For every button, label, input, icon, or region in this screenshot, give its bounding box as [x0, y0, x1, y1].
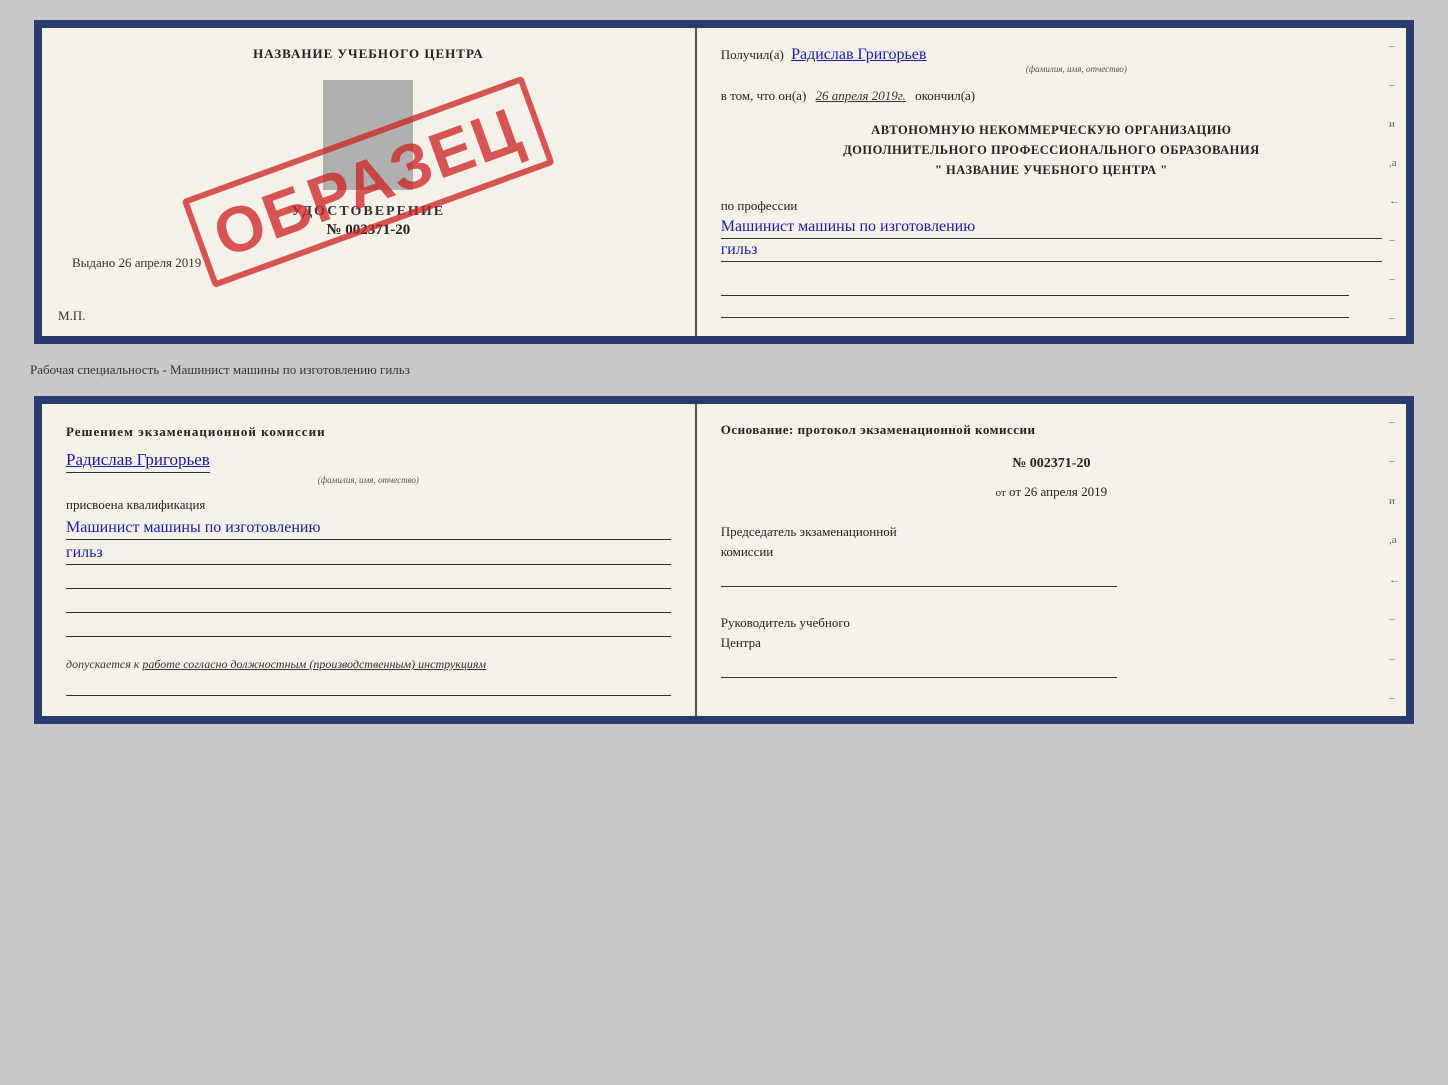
b-side-char-dash3: – — [1389, 613, 1400, 625]
b-side-char-arrow: ← — [1389, 574, 1400, 586]
blank-line-2 — [66, 593, 671, 613]
vtom-line: в том, что он(а) 26 апреля 2019г. окончи… — [721, 88, 1382, 104]
qualif-handwritten: Машинист машины по изготовлению — [66, 519, 671, 540]
predsedatel-line2: комиссии — [721, 542, 1382, 562]
recipient-name: Радислав Григорьев — [791, 46, 926, 63]
top-doc-left: НАЗВАНИЕ УЧЕБНОГО ЦЕНТРА УДОСТОВЕРЕНИЕ №… — [42, 28, 697, 336]
bottom-doc-right: Основание: протокол экзаменационной коми… — [697, 404, 1406, 716]
ot-date-value: от 26 апреля 2019 — [1009, 484, 1107, 499]
photo-placeholder — [323, 80, 413, 190]
bottom-document: Решением экзаменационной комиссии Радисл… — [34, 396, 1414, 724]
rukovod-line2: Центра — [721, 633, 1382, 653]
blank-line-1 — [66, 569, 671, 589]
side-char-dash2: – — [1389, 79, 1400, 91]
top-doc-right: Получил(а) Радислав Григорьев (фамилия, … — [697, 28, 1406, 336]
osnov-title: Основание: протокол экзаменационной коми… — [721, 422, 1382, 438]
rukovod-line1: Руководитель учебного — [721, 613, 1382, 633]
side-char-dash1: – — [1389, 40, 1400, 52]
org-line1: АВТОНОМНУЮ НЕКОММЕРЧЕСКУЮ ОРГАНИЗАЦИЮ — [721, 120, 1382, 140]
vtom-prefix: в том, что он(а) — [721, 88, 807, 103]
b-side-char-dash1: – — [1389, 416, 1400, 428]
poluchil-line: Получил(а) Радислав Григорьев (фамилия, … — [721, 46, 1382, 74]
udostoverenie-block: УДОСТОВЕРЕНИЕ № 002371-20 — [292, 204, 445, 239]
bottom-side-chars: – – и ,а ← – – – — [1389, 404, 1400, 716]
name-subtitle: (фамилия, имя, отчество) — [771, 64, 1382, 74]
org-line2: ДОПОЛНИТЕЛЬНОГО ПРОФЕССИОНАЛЬНОГО ОБРАЗО… — [721, 140, 1382, 160]
poluchil-prefix: Получил(а) — [721, 47, 784, 62]
vydano-line: Выдано 26 апреля 2019 — [72, 255, 201, 271]
okonchil-label: окончил(а) — [915, 88, 975, 103]
predsedatel-line1: Председатель экзаменационной — [721, 522, 1382, 542]
predsedatel-block: Председатель экзаменационной комиссии — [721, 522, 1382, 587]
b-side-char-dash2: – — [1389, 455, 1400, 467]
bottom-doc-left: Решением экзаменационной комиссии Радисл… — [42, 404, 697, 716]
side-char-i: и — [1389, 118, 1400, 130]
ot-prefix: от — [996, 487, 1006, 499]
side-char-ya: ,а — [1389, 157, 1400, 169]
side-char-arrow: ← — [1389, 195, 1400, 207]
qualif-handwritten2: гильз — [66, 544, 671, 565]
b-side-char-ya: ,а — [1389, 534, 1400, 546]
rukovod-sign-line — [721, 658, 1118, 678]
resheniem-text: Решением экзаменационной комиссии — [66, 424, 326, 440]
blank-line-4 — [66, 676, 671, 696]
prisvoyena-text: присвоена квалификация — [66, 497, 205, 513]
profession-handwritten: Машинист машины по изготовлению — [721, 218, 1382, 239]
dash-line-1 — [721, 278, 1349, 296]
bottom-fio-subtitle: (фамилия, имя, отчество) — [66, 475, 671, 485]
right-lines — [721, 278, 1382, 318]
rukovod-block: Руководитель учебного Центра — [721, 613, 1382, 678]
side-char-dash4: – — [1389, 273, 1400, 285]
org-line3: " НАЗВАНИЕ УЧЕБНОГО ЦЕНТРА " — [721, 160, 1382, 180]
top-doc-center-title: НАЗВАНИЕ УЧЕБНОГО ЦЕНТРА — [253, 46, 484, 62]
dash-line-2 — [721, 300, 1349, 318]
side-char-dash3: – — [1389, 234, 1400, 246]
side-chars: – – и ,а ← – – – — [1389, 28, 1400, 336]
professii-label: по профессии — [721, 198, 798, 213]
dopuskaetsya-prefix: допускается к — [66, 657, 139, 671]
profession-handwritten2: гильз — [721, 241, 1382, 262]
b-side-char-dash5: – — [1389, 692, 1400, 704]
top-document: НАЗВАНИЕ УЧЕБНОГО ЦЕНТРА УДОСТОВЕРЕНИЕ №… — [34, 20, 1414, 344]
dopusk-italic: работе согласно должностным (производств… — [142, 657, 486, 671]
blank-line-3 — [66, 617, 671, 637]
udost-title: УДОСТОВЕРЕНИЕ — [292, 204, 445, 220]
predsedatel-sign-line — [721, 567, 1118, 587]
udost-number: № 002371-20 — [292, 222, 445, 239]
b-side-char-dash4: – — [1389, 653, 1400, 665]
side-char-dash5: – — [1389, 312, 1400, 324]
protocol-number: № 002371-20 — [721, 456, 1382, 472]
ot-date: от от 26 апреля 2019 — [721, 484, 1382, 500]
mp-line: М.П. — [58, 308, 85, 324]
remark-label: Рабочая специальность - Машинист машины … — [30, 362, 410, 378]
professii-block: по профессии Машинист машины по изготовл… — [721, 198, 1382, 262]
completion-date: 26 апреля 2019г. — [816, 88, 906, 103]
bottom-recipient-name: Радислав Григорьев — [66, 450, 210, 473]
b-side-char-i: и — [1389, 495, 1400, 507]
dopuskaetsya-text: допускается к работе согласно должностны… — [66, 657, 486, 672]
org-block: АВТОНОМНУЮ НЕКОММЕРЧЕСКУЮ ОРГАНИЗАЦИЮ ДО… — [721, 120, 1382, 180]
